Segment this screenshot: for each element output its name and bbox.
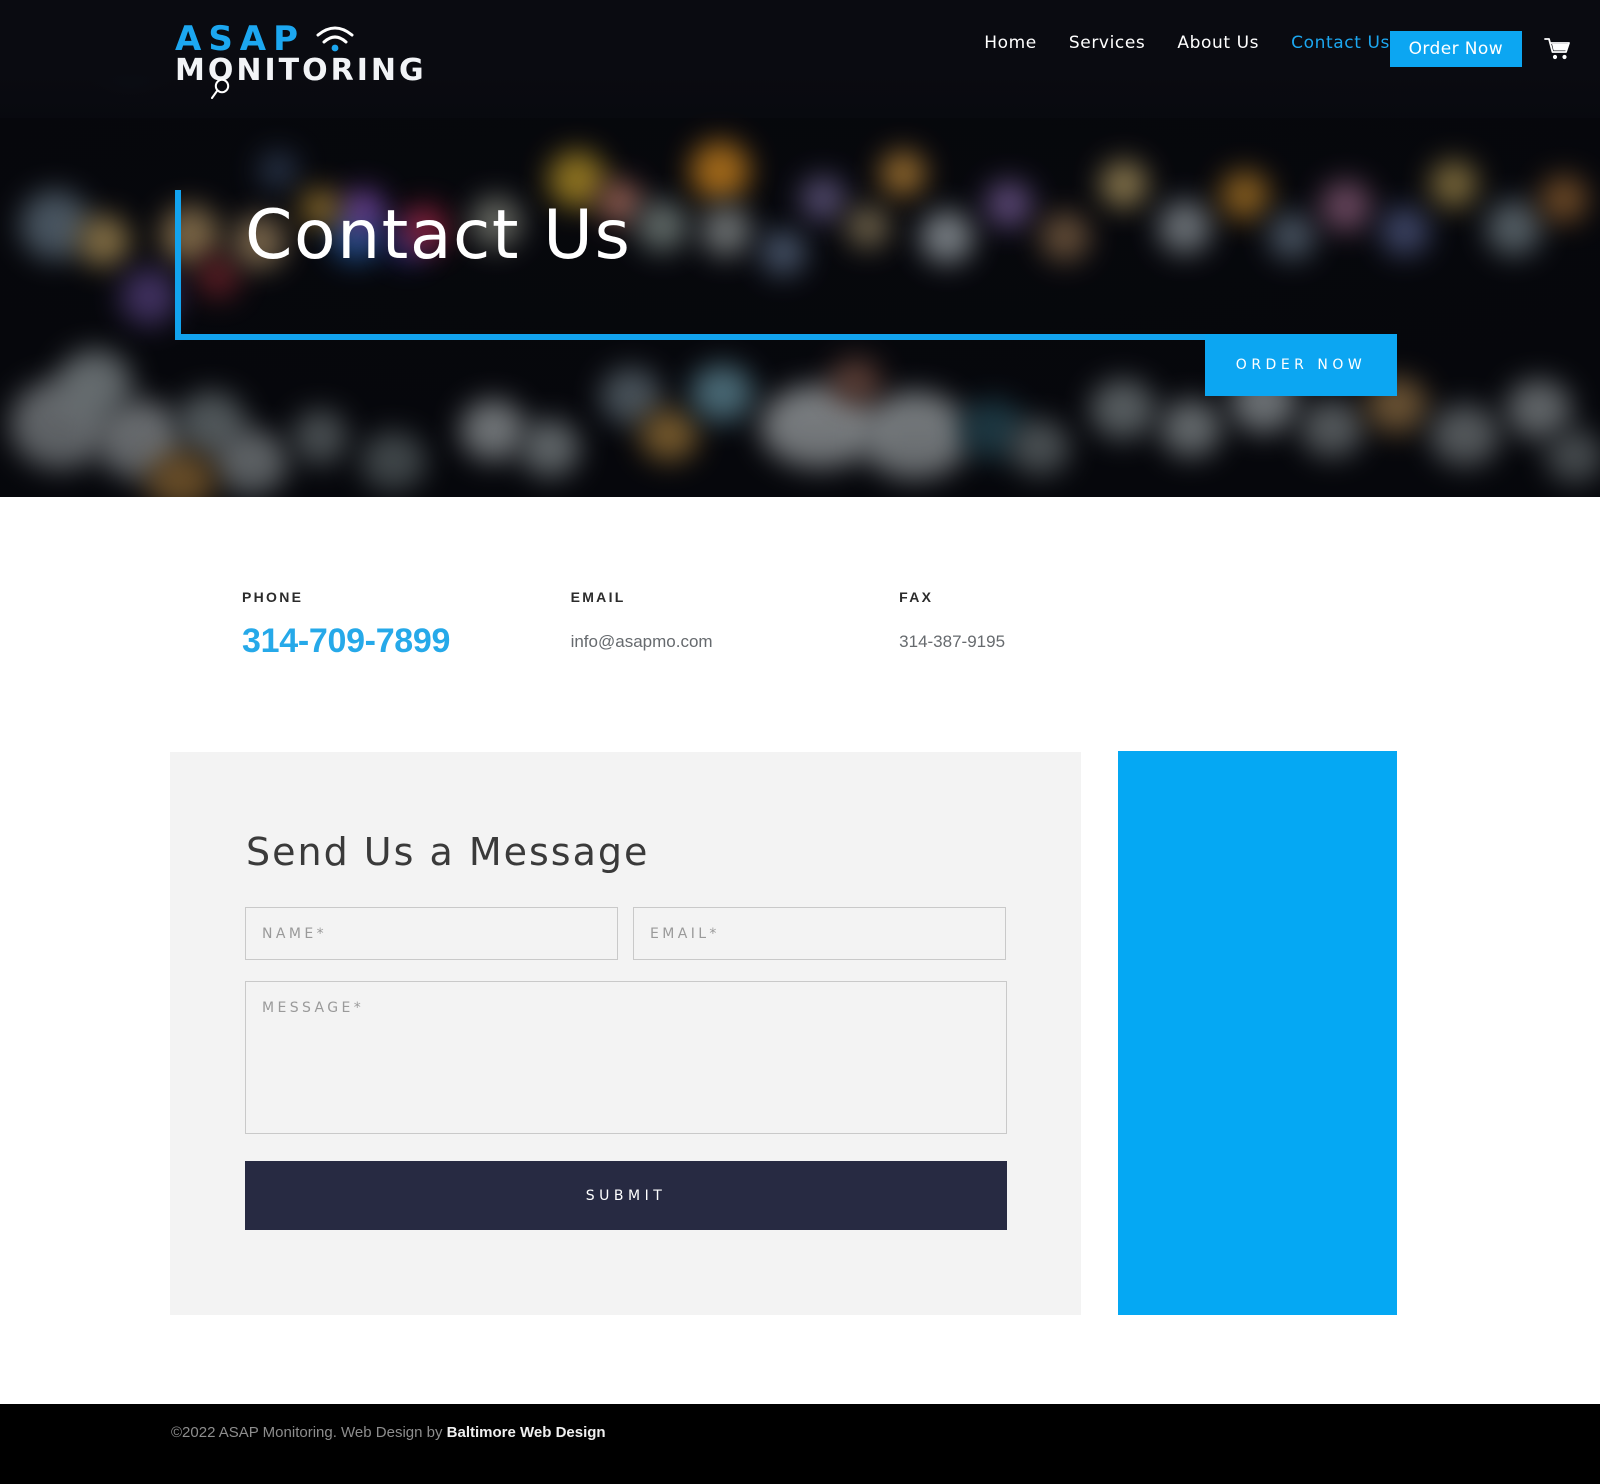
contact-column-phone: PHONE 314-709-7899 [242,589,571,661]
phone-label: PHONE [242,589,304,605]
logo-text-asap: ASAP [175,19,306,59]
fax-label: FAX [899,589,934,605]
contact-form-panel: Send Us a Message SUBMIT [170,752,1081,1315]
nav-link-about-us[interactable]: About Us [1177,33,1259,53]
site-navigation: ASAP MONITORING Home Services About Us C… [0,0,1600,100]
hero-section: ASAP MONITORING Home Services About Us C… [0,0,1600,497]
contact-column-fax: FAX 314-387-9195 [899,589,1162,661]
contact-columns: PHONE 314-709-7899 EMAIL info@asapmo.com… [242,589,1162,661]
phone-value[interactable]: 314-709-7899 [242,622,571,661]
message-textarea[interactable] [245,981,1007,1134]
form-heading: Send Us a Message [246,830,650,874]
footer-copyright-text: ©2022 ASAP Monitoring. Web Design by [171,1424,447,1441]
nav-link-home[interactable]: Home [984,33,1037,53]
name-input[interactable] [245,907,618,960]
submit-button[interactable]: SUBMIT [245,1161,1007,1230]
nav-order-now-button[interactable]: Order Now [1389,31,1522,67]
nav-link-services[interactable]: Services [1069,33,1146,53]
nav-links: Home Services About Us Contact Us [984,33,1390,53]
wifi-icon [316,26,354,52]
footer-copyright: ©2022 ASAP Monitoring. Web Design by Bal… [171,1424,606,1441]
shopping-cart-icon[interactable] [1544,36,1572,62]
blue-accent-panel [1118,751,1397,1315]
email-input[interactable] [633,907,1006,960]
contact-info-card: PHONE 314-709-7899 EMAIL info@asapmo.com… [175,497,1080,750]
nav-link-contact-us[interactable]: Contact Us [1291,33,1390,53]
site-footer: ©2022 ASAP Monitoring. Web Design by Bal… [0,1404,1600,1484]
email-value[interactable]: info@asapmo.com [571,632,900,652]
hero-order-now-button[interactable]: ORDER NOW [1205,334,1397,396]
form-row-name-email [245,907,1007,960]
email-label: EMAIL [570,589,626,605]
hero-title-frame: Contact Us [175,190,1397,340]
site-logo[interactable]: ASAP MONITORING [175,19,424,99]
page-title: Contact Us [245,196,632,275]
contact-column-email: EMAIL info@asapmo.com [571,589,900,661]
footer-credit-link[interactable]: Baltimore Web Design [447,1424,606,1441]
hero-order-now-label: ORDER NOW [1235,357,1367,373]
magnifier-icon [211,78,230,99]
hero-accent-bar-vertical [175,190,181,340]
page-root: ASAP MONITORING Home Services About Us C… [0,0,1600,1484]
fax-value: 314-387-9195 [899,632,1006,651]
